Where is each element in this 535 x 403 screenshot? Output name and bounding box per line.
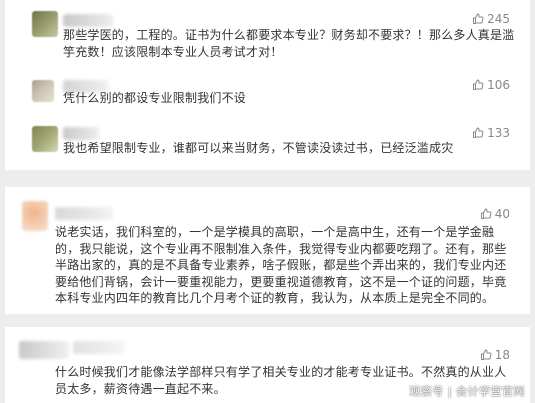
watermark: 观察号 | 会计学堂官网: [409, 385, 525, 398]
comment-item: 133 我也希望限制专业，谁都可以来当财务，不管读没读过书，已经泛滥成灾: [5, 121, 530, 161]
avatar[interactable]: [22, 201, 48, 231]
comment-item: 40 说老实话，我们科室的，一个是学模具的高职，一个是高中生，还有一个是学金融的…: [5, 187, 530, 314]
avatar[interactable]: [19, 341, 69, 359]
thumbs-up-icon: [473, 127, 484, 138]
like-button[interactable]: 40: [480, 207, 510, 221]
thumbs-up-icon: [473, 13, 484, 24]
like-button[interactable]: 18: [480, 348, 510, 362]
comment-item: 106 凭什么别的都设专业限制我们不设: [5, 74, 530, 114]
comment-card-1: 245 那些学医的，工程的。证书为什么都要求本专业？财务却不要求？！那么多人真是…: [5, 0, 530, 170]
comment-card-2: 40 说老实话，我们科室的，一个是学模具的高职，一个是高中生，还有一个是学金融的…: [5, 187, 530, 314]
comment-text: 我也希望限制专业，谁都可以来当财务，不管读没读过书，已经泛滥成灾: [63, 141, 454, 155]
comment-text: 凭什么别的都设专业限制我们不设: [63, 91, 247, 105]
like-count: 133: [487, 126, 510, 140]
thumbs-up-icon: [480, 349, 492, 360]
avatar[interactable]: [32, 11, 58, 37]
comment-text: 那些学医的，工程的。证书为什么都要求本专业？财务却不要求？！那么多人真是滥竽充数…: [63, 28, 515, 59]
comment-text: 说老实话，我们科室的，一个是学模具的高职，一个是高中生，还有一个是学金融的，我只…: [55, 225, 507, 305]
comment-item: 245 那些学医的，工程的。证书为什么都要求本专业？财务却不要求？！那么多人真是…: [5, 0, 530, 60]
like-count: 18: [494, 348, 510, 362]
like-count: 40: [494, 207, 510, 221]
avatar[interactable]: [32, 80, 54, 102]
thumbs-up-icon: [480, 208, 492, 219]
avatar[interactable]: [32, 126, 58, 152]
username-blurred: [63, 127, 99, 140]
like-count: 245: [487, 12, 510, 26]
username-blurred: [73, 341, 125, 354]
like-button[interactable]: 245: [472, 12, 510, 26]
username-blurred: [55, 207, 113, 220]
username-blurred: [63, 14, 113, 27]
like-button[interactable]: 133: [472, 126, 510, 140]
